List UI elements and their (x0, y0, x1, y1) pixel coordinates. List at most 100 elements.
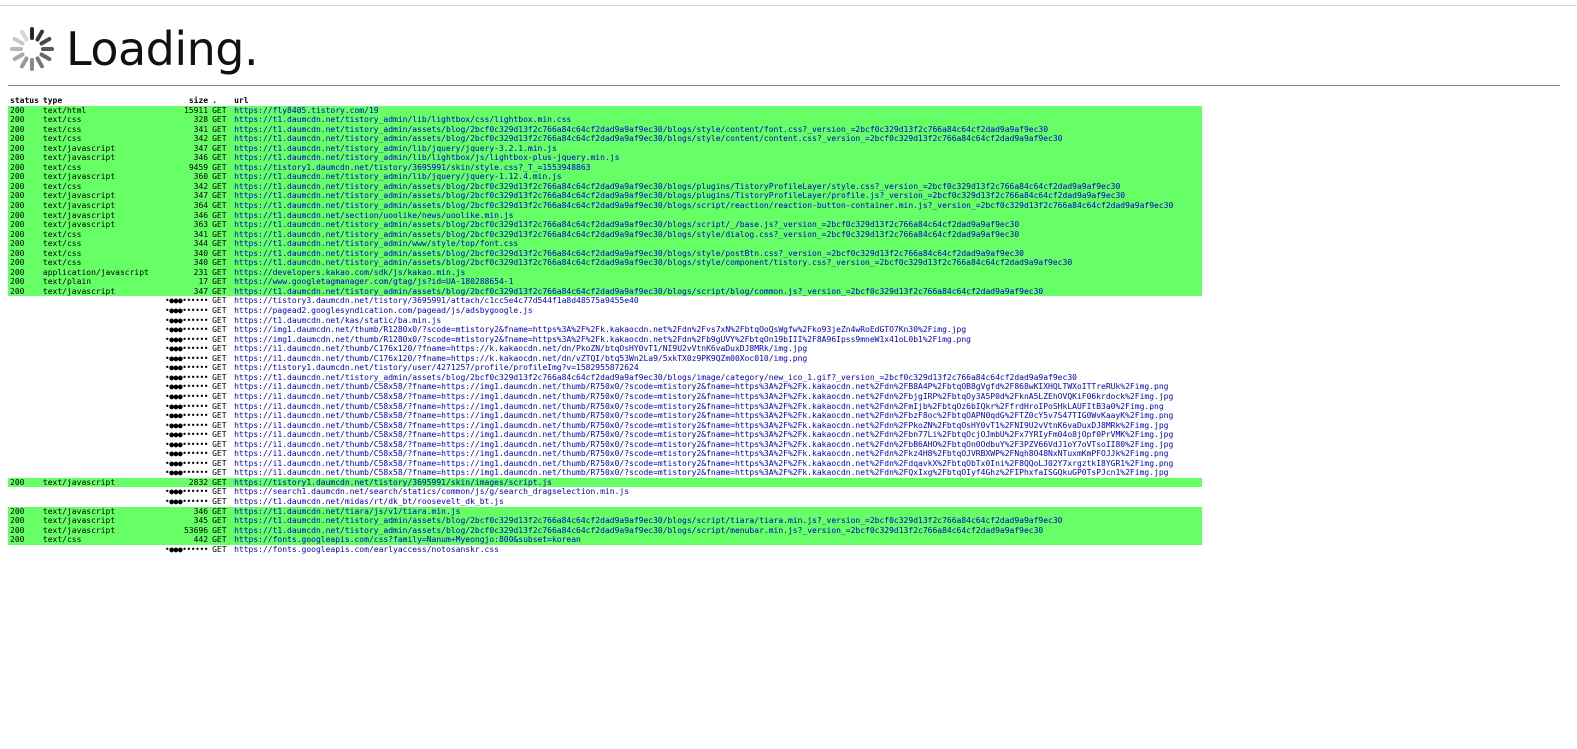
url-link[interactable]: https://i1.daumcdn.net/thumb/C58x58/?fna… (232, 468, 1202, 478)
table-row: 200 text/javascript 53696 GET https://t1.dau… (8, 525, 1203, 536)
method-cell: GET (212, 391, 227, 401)
url-link[interactable]: https://t1.daumcdn.net/tistory_admin/lib… (232, 143, 1203, 154)
url-link[interactable]: https://t1.daumcdn.net/kas/static/ba.min… (232, 316, 1202, 326)
url-link[interactable]: https://fonts.googleapis.com/earlyaccess… (232, 545, 1202, 555)
table-row: •●●●•••••• GET https://i1.daumcdn.net/thum… (8, 344, 1202, 354)
url-link[interactable]: https://t1.daumcdn.net/tiara/js/v1/tiara… (232, 506, 1203, 517)
method-cell: GET (212, 344, 227, 354)
url-link[interactable]: https://t1.daumcdn.net/section/uoolike/n… (232, 210, 1203, 221)
url-link[interactable]: https://t1.daumcdn.net/tistory_admin/ass… (232, 516, 1203, 526)
url-link[interactable]: https://i1.daumcdn.net/thumb/C58x58/?fna… (232, 402, 1202, 412)
size-cell: •●●●•••••• (164, 401, 209, 411)
status-cell: 200 (8, 162, 41, 173)
url-link[interactable]: https://img1.daumcdn.net/thumb/R1280x0/?… (232, 325, 1202, 335)
top-divider (0, 5, 1577, 6)
size-cell: •●●●•••••• (164, 544, 209, 554)
table-row: 200 text/css 342 GET https://t1.daumcdn.net/… (8, 181, 1203, 192)
url-link[interactable]: https://t1.daumcdn.net/tistory_admin/ass… (232, 220, 1203, 230)
table-row: 200 application/javascript 231 GET https://d… (8, 267, 1203, 278)
table-row: 200 text/css 9459 GET https://tistory1.daumc… (8, 162, 1203, 173)
type-cell (41, 411, 163, 421)
url-link[interactable]: https://t1.daumcdn.net/tistory_admin/lib… (232, 115, 1203, 125)
url-link[interactable]: https://tistory1.daumcdn.net/tistory/369… (232, 477, 1203, 488)
type-cell: text/html (40, 105, 163, 116)
size-cell: •●●●•••••• (164, 420, 209, 430)
type-cell: text/javascript (40, 516, 163, 526)
type-cell (41, 487, 163, 497)
url-link[interactable]: https://tistory1.daumcdn.net/tistory/use… (232, 363, 1202, 373)
method-cell: GET (210, 134, 233, 144)
type-cell (41, 344, 163, 354)
method-cell: GET (210, 239, 233, 249)
url-link[interactable]: https://search1.daumcdn.net/search/stati… (232, 487, 1202, 497)
url-link[interactable]: https://i1.daumcdn.net/thumb/C58x58/?fna… (232, 392, 1202, 402)
url-link[interactable]: https://t1.daumcdn.net/midas/rt/dk_bt/ro… (232, 497, 1202, 507)
url-link[interactable]: https://t1.daumcdn.net/tistory_admin/ass… (232, 191, 1203, 202)
url-link[interactable]: https://tistory3.daumcdn.net/tistory/369… (232, 296, 1202, 306)
url-link[interactable]: https://t1.daumcdn.net/tistory_admin/ass… (232, 373, 1202, 383)
size-cell: •●●●•••••• (164, 449, 209, 459)
status-cell (8, 325, 41, 335)
url-link[interactable]: https://fonts.googleapis.com/css?family=… (232, 535, 1203, 545)
status-cell (8, 440, 41, 450)
url-link[interactable]: https://developers.kakao.com/sdk/js/kaka… (232, 267, 1203, 278)
url-link[interactable]: https://t1.daumcdn.net/tistory_admin/ass… (232, 286, 1203, 297)
url-link[interactable]: https://i1.daumcdn.net/thumb/C176x120/?f… (232, 344, 1202, 354)
size-cell: 53696 (162, 525, 211, 536)
url-link[interactable]: https://t1.daumcdn.net/tistory_admin/ass… (232, 258, 1203, 268)
url-link[interactable]: https://i1.daumcdn.net/thumb/C176x120/?f… (232, 354, 1202, 364)
status-cell: 200 (8, 506, 41, 517)
url-link[interactable]: https://t1.daumcdn.net/tistory_admin/ass… (232, 134, 1203, 144)
url-link[interactable]: https://fly8405.tistory.com/19 (232, 105, 1203, 116)
url-link[interactable]: https://i1.daumcdn.net/thumb/C58x58/?fna… (232, 430, 1202, 440)
url-link[interactable]: https://t1.daumcdn.net/tistory_admin/ass… (232, 525, 1203, 536)
url-link[interactable]: https://t1.daumcdn.net/tistory_admin/ass… (232, 181, 1203, 192)
url-link[interactable]: https://t1.daumcdn.net/tistory_admin/ass… (232, 248, 1203, 259)
table-row: •●●●•••••• GET https://img1.daumcdn.net/th… (8, 335, 1202, 345)
status-cell (8, 487, 41, 497)
status-cell: 200 (8, 115, 41, 125)
url-link[interactable]: https://t1.daumcdn.net/tistory_admin/ass… (232, 201, 1203, 211)
table-row: 200 text/css 340 GET https://t1.daumcdn.net/… (8, 248, 1203, 259)
type-cell (41, 363, 163, 373)
url-link[interactable]: https://img1.daumcdn.net/thumb/R1280x0/?… (232, 335, 1202, 345)
method-cell: GET (210, 229, 233, 240)
table-row: 200 text/javascript 360 GET https://t1.daumc… (8, 172, 1203, 182)
type-cell (41, 325, 163, 335)
size-cell: 346 (162, 153, 211, 163)
status-cell (8, 382, 41, 392)
url-link[interactable]: https://i1.daumcdn.net/thumb/C58x58/?fna… (232, 449, 1202, 459)
size-cell: 15911 (162, 105, 211, 116)
url-link[interactable]: https://tistory1.daumcdn.net/tistory/369… (232, 162, 1203, 173)
url-link[interactable]: https://t1.daumcdn.net/tistory_admin/lib… (232, 172, 1203, 182)
url-link[interactable]: https://www.googletagmanager.com/gtag/js… (232, 277, 1203, 287)
table-row: 200 text/javascript 364 GET https://t1.daumc… (8, 201, 1203, 211)
size-cell: •●●●•••••• (164, 468, 209, 478)
status-cell: 200 (8, 267, 41, 278)
method-cell: GET (210, 201, 233, 211)
method-cell: GET (212, 363, 227, 373)
url-link[interactable]: https://t1.daumcdn.net/tistory_admin/www… (232, 239, 1203, 249)
type-cell: text/javascript (40, 477, 163, 488)
method-cell: GET (210, 105, 233, 116)
url-link[interactable]: https://i1.daumcdn.net/thumb/C58x58/?fna… (232, 411, 1202, 421)
url-link[interactable]: https://pagead2.googlesyndication.com/pa… (232, 306, 1202, 316)
type-cell (41, 316, 163, 326)
type-cell (41, 459, 163, 469)
type-cell (41, 449, 163, 459)
url-link[interactable]: https://t1.daumcdn.net/tistory_admin/ass… (232, 124, 1203, 135)
spinner-blade (30, 58, 34, 71)
url-link[interactable]: https://i1.daumcdn.net/thumb/C58x58/?fna… (232, 459, 1202, 469)
url-link[interactable]: https://t1.daumcdn.net/tistory_admin/ass… (232, 229, 1203, 240)
size-cell: 328 (162, 115, 211, 125)
request-rows: 200 text/html 15911 GET https://fly8405.tist… (8, 105, 1203, 555)
url-link[interactable]: https://t1.daumcdn.net/tistory_admin/lib… (232, 153, 1203, 163)
method-cell: GET (210, 267, 233, 278)
url-link[interactable]: https://i1.daumcdn.net/thumb/C58x58/?fna… (232, 421, 1202, 431)
table-row: •●●●•••••• GET https://i1.daumcdn.net/thum… (8, 354, 1202, 364)
url-link[interactable]: https://i1.daumcdn.net/thumb/C58x58/?fna… (232, 440, 1202, 450)
url-link[interactable]: https://i1.daumcdn.net/thumb/C58x58/?fna… (232, 382, 1202, 392)
method-cell: GET (212, 544, 227, 554)
method-cell: GET (210, 172, 233, 182)
status-cell: 200 (8, 143, 41, 154)
